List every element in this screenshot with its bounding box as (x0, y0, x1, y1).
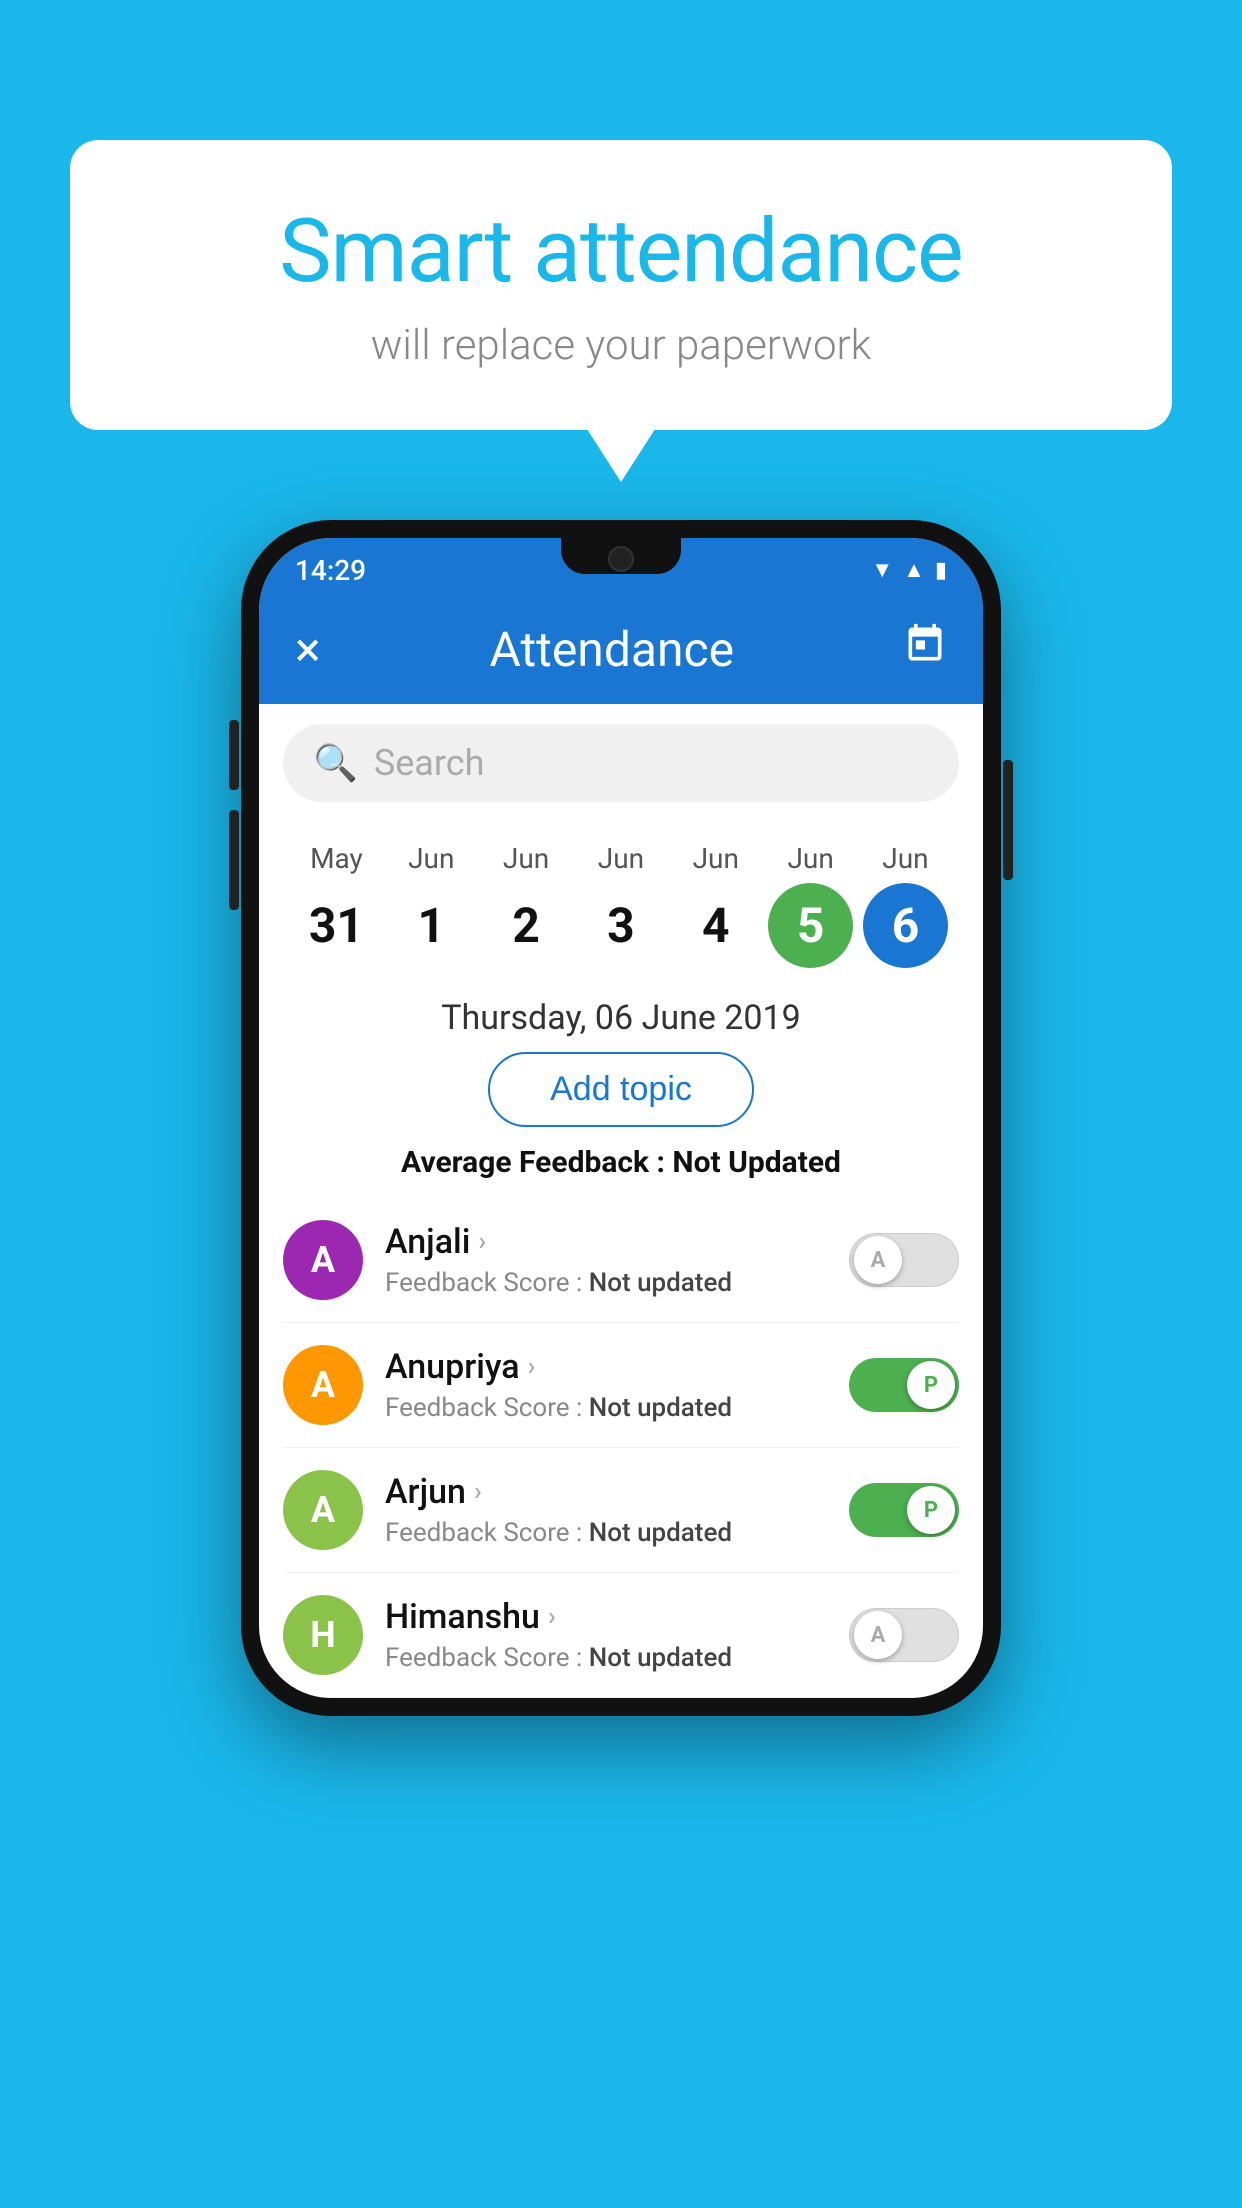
student-name: Anupriya › (385, 1347, 827, 1387)
phone-notch (561, 538, 681, 574)
feedback-score: Feedback Score : Not updated (385, 1643, 827, 1673)
cal-month-label: Jun (882, 842, 928, 875)
student-info: Himanshu › Feedback Score : Not updated (385, 1597, 827, 1673)
chevron-right-icon: › (478, 1227, 486, 1257)
app-bar-title: Attendance (490, 621, 735, 678)
cal-month-label: May (310, 842, 363, 875)
cal-day-number: 6 (863, 883, 948, 968)
status-icons: ▼ ▲ ▮ (871, 557, 947, 583)
avg-feedback-label: Average Feedback : (401, 1145, 672, 1180)
student-info: Anjali › Feedback Score : Not updated (385, 1222, 827, 1298)
attendance-toggle-wrapper[interactable]: A (849, 1608, 959, 1662)
toggle-thumb: P (907, 1361, 955, 1409)
toggle-thumb: P (907, 1486, 955, 1534)
feedback-score: Feedback Score : Not updated (385, 1518, 827, 1548)
cal-day-number: 2 (484, 883, 569, 968)
student-name: Himanshu › (385, 1597, 827, 1637)
signal-icon: ▲ (903, 557, 925, 583)
avg-feedback-value: Not Updated (672, 1145, 841, 1180)
toggle-thumb: A (854, 1611, 902, 1659)
phone-screen: 14:29 ▼ ▲ ▮ × Attendance 🔍 (259, 538, 983, 1698)
attendance-toggle[interactable]: A (849, 1608, 959, 1662)
speech-bubble: Smart attendance will replace your paper… (70, 140, 1172, 430)
cal-day-number: 31 (294, 883, 379, 968)
cal-day-number: 1 (389, 883, 474, 968)
power-button[interactable] (1003, 760, 1013, 880)
student-item[interactable]: A Arjun › Feedback Score : Not updated P (283, 1448, 959, 1573)
feedback-score: Feedback Score : Not updated (385, 1393, 827, 1423)
app-bar: × Attendance (259, 594, 983, 704)
avg-feedback: Average Feedback : Not Updated (259, 1127, 983, 1198)
cal-month-label: Jun (787, 842, 833, 875)
attendance-toggle[interactable]: P (849, 1483, 959, 1537)
close-button[interactable]: × (295, 621, 321, 678)
search-bar[interactable]: 🔍 Search (283, 724, 959, 802)
cal-day-number: 4 (673, 883, 758, 968)
feedback-score: Feedback Score : Not updated (385, 1268, 827, 1298)
attendance-toggle-wrapper[interactable]: P (849, 1483, 959, 1537)
speech-bubble-container: Smart attendance will replace your paper… (70, 140, 1172, 430)
calendar-day[interactable]: Jun 5 (768, 842, 853, 968)
chevron-right-icon: › (528, 1352, 536, 1382)
battery-icon: ▮ (935, 558, 947, 583)
selected-date-label: Thursday, 06 June 2019 (259, 978, 983, 1052)
front-camera (608, 546, 634, 572)
bubble-title: Smart attendance (150, 200, 1092, 303)
avatar: H (283, 1595, 363, 1675)
vol-up-button[interactable] (229, 720, 239, 790)
calendar-day[interactable]: Jun 4 (673, 842, 758, 968)
status-time: 14:29 (295, 554, 366, 587)
cal-month-label: Jun (503, 842, 549, 875)
search-icon: 🔍 (313, 742, 358, 784)
attendance-toggle-wrapper[interactable]: P (849, 1358, 959, 1412)
cal-month-label: Jun (408, 842, 454, 875)
student-item[interactable]: A Anupriya › Feedback Score : Not updated P (283, 1323, 959, 1448)
attendance-toggle[interactable]: P (849, 1358, 959, 1412)
student-info: Arjun › Feedback Score : Not updated (385, 1472, 827, 1548)
cal-day-number: 3 (578, 883, 663, 968)
cal-month-label: Jun (693, 842, 739, 875)
calendar-day[interactable]: Jun 6 (863, 842, 948, 968)
calendar-day[interactable]: Jun 2 (484, 842, 569, 968)
bubble-subtitle: will replace your paperwork (150, 321, 1092, 370)
toggle-thumb: A (854, 1236, 902, 1284)
avatar: A (283, 1345, 363, 1425)
avatar: A (283, 1470, 363, 1550)
calendar-row: May 31 Jun 1 Jun 2 Jun 3 Jun 4 Jun 5 Jun 6 (259, 822, 983, 978)
phone-wrapper: 14:29 ▼ ▲ ▮ × Attendance 🔍 (241, 520, 1001, 1716)
calendar-day[interactable]: Jun 3 (578, 842, 663, 968)
attendance-toggle[interactable]: A (849, 1233, 959, 1287)
phone-frame: 14:29 ▼ ▲ ▮ × Attendance 🔍 (241, 520, 1001, 1716)
student-name: Anjali › (385, 1222, 827, 1262)
calendar-day[interactable]: May 31 (294, 842, 379, 968)
calendar-day[interactable]: Jun 1 (389, 842, 474, 968)
student-item[interactable]: A Anjali › Feedback Score : Not updated A (283, 1198, 959, 1323)
avatar: A (283, 1220, 363, 1300)
student-item[interactable]: H Himanshu › Feedback Score : Not updated A (283, 1573, 959, 1698)
search-input[interactable]: Search (374, 742, 485, 784)
student-info: Anupriya › Feedback Score : Not updated (385, 1347, 827, 1423)
cal-day-number: 5 (768, 883, 853, 968)
student-name: Arjun › (385, 1472, 827, 1512)
vol-down-button[interactable] (229, 810, 239, 910)
calendar-icon-button[interactable] (903, 621, 947, 678)
add-topic-button[interactable]: Add topic (488, 1052, 754, 1127)
chevron-right-icon: › (548, 1602, 556, 1632)
attendance-toggle-wrapper[interactable]: A (849, 1233, 959, 1287)
wifi-icon: ▼ (871, 557, 893, 583)
student-list: AAnjali ›Feedback Score : Not updatedAAA… (259, 1198, 983, 1698)
chevron-right-icon: › (474, 1477, 482, 1507)
cal-month-label: Jun (598, 842, 644, 875)
